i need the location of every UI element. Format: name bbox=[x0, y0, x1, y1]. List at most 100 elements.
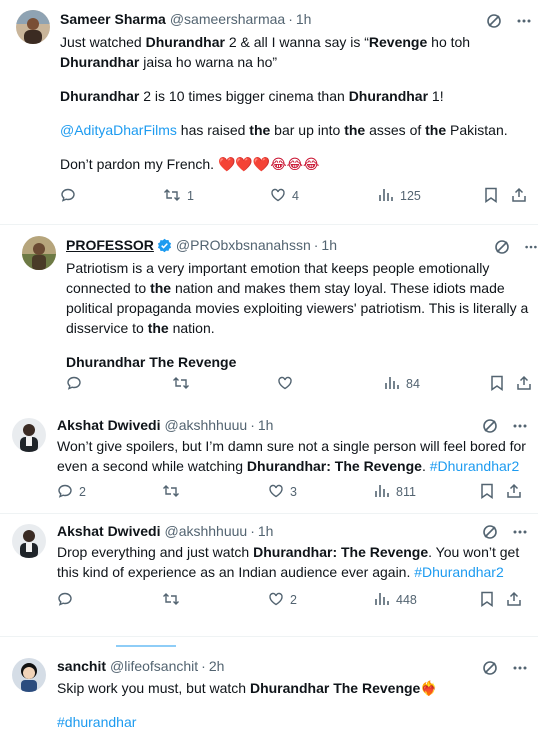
like-icon bbox=[270, 187, 286, 206]
retweet-button[interactable]: 1 bbox=[163, 186, 194, 206]
more-icon[interactable] bbox=[524, 239, 538, 255]
bookmark-icon bbox=[484, 187, 498, 206]
views-button[interactable]: 811 bbox=[374, 482, 416, 502]
grok-icon[interactable] bbox=[482, 418, 498, 434]
text-line: even a second while watching Dhurandhar:… bbox=[57, 458, 520, 474]
like-button[interactable] bbox=[277, 374, 299, 394]
display-name[interactable]: Akshat Dwivedi bbox=[57, 417, 160, 433]
like-button[interactable]: 2 bbox=[268, 590, 297, 610]
avatar[interactable] bbox=[16, 10, 50, 44]
retweet-button[interactable] bbox=[172, 374, 196, 394]
user-handle[interactable]: @akshhhuuu bbox=[164, 523, 247, 539]
retweet-icon bbox=[162, 591, 180, 610]
avatar[interactable] bbox=[22, 236, 56, 270]
avatar[interactable] bbox=[12, 418, 46, 452]
bookmark-button[interactable] bbox=[480, 482, 494, 502]
text-line: Won’t give spoilers, but I’m damn sure n… bbox=[57, 438, 526, 454]
display-name[interactable]: sanchit bbox=[57, 658, 106, 674]
tweet-2[interactable]: PROFESSOR @PRObxbsnanahssn · 1h Patrioti… bbox=[0, 226, 538, 406]
timestamp[interactable]: 1h bbox=[258, 523, 274, 539]
views-icon bbox=[384, 375, 400, 394]
tweet-1[interactable]: Sameer Sharma @sameersharmaa · 1h Just w… bbox=[0, 0, 538, 222]
grok-icon[interactable] bbox=[486, 13, 502, 29]
text-line: Drop everything and just watch Dhurandha… bbox=[57, 544, 520, 560]
reply-button[interactable]: 2 bbox=[57, 482, 86, 502]
views-icon bbox=[374, 483, 390, 502]
text-line: this kind of experience as an Indian aud… bbox=[57, 564, 504, 580]
bookmark-button[interactable] bbox=[484, 186, 498, 206]
hashtag-link[interactable]: #dhurandhar bbox=[57, 714, 136, 730]
user-handle[interactable]: @akshhhuuu bbox=[164, 417, 247, 433]
share-icon bbox=[516, 375, 532, 394]
views-button[interactable]: 84 bbox=[384, 374, 420, 394]
reply-button[interactable] bbox=[66, 374, 88, 394]
share-button[interactable] bbox=[511, 186, 527, 206]
like-icon bbox=[277, 375, 293, 394]
text-line: Skip work you must, but watch Dhurandhar… bbox=[57, 680, 438, 696]
bookmark-button[interactable] bbox=[490, 374, 504, 394]
text-line: disservice to the nation. bbox=[66, 320, 215, 336]
timestamp[interactable]: 1h bbox=[321, 237, 337, 253]
bold-text: the bbox=[150, 280, 172, 296]
display-name[interactable]: PROFESSOR bbox=[66, 237, 154, 253]
action-bar: 1 4 125 bbox=[60, 186, 530, 206]
tweet-header: Akshat Dwivedi @akshhhuuu · 1h bbox=[57, 417, 273, 433]
display-name[interactable]: Akshat Dwivedi bbox=[57, 523, 160, 539]
tweet-3[interactable]: Akshat Dwivedi @akshhhuuu · 1h Won’t giv… bbox=[0, 408, 538, 512]
reply-button[interactable] bbox=[60, 186, 82, 206]
share-button[interactable] bbox=[516, 374, 532, 394]
avatar[interactable] bbox=[12, 658, 46, 692]
grok-icon[interactable] bbox=[482, 524, 498, 540]
like-button[interactable]: 4 bbox=[270, 186, 299, 206]
user-handle[interactable]: @lifeofsanchit bbox=[110, 658, 198, 674]
retweet-icon bbox=[162, 483, 180, 502]
verified-badge-icon bbox=[157, 238, 172, 253]
display-name[interactable]: Sameer Sharma bbox=[60, 11, 166, 27]
mention-link[interactable]: @AdityaDharFilms bbox=[60, 122, 177, 138]
retweet-button[interactable] bbox=[162, 590, 186, 610]
bold-text: Dhurandhar bbox=[60, 88, 140, 104]
hashtag-link[interactable]: #Dhurandhar2 bbox=[414, 564, 504, 580]
bold-text: Revenge bbox=[368, 34, 428, 50]
reply-icon bbox=[66, 375, 82, 394]
separator: · bbox=[288, 11, 293, 27]
text-line: Don’t pardon my French. ❤️❤️❤️😂😂😂 bbox=[60, 156, 320, 172]
share-button[interactable] bbox=[506, 590, 522, 610]
bookmark-button[interactable] bbox=[480, 590, 494, 610]
more-icon[interactable] bbox=[512, 524, 528, 540]
timestamp[interactable]: 2h bbox=[209, 658, 225, 674]
bold-text: Dhurandhar bbox=[348, 88, 429, 104]
emoji: ❤️‍🔥 bbox=[420, 680, 438, 696]
like-button[interactable]: 3 bbox=[268, 482, 297, 502]
views-button[interactable]: 448 bbox=[374, 590, 417, 610]
user-handle[interactable]: @sameersharmaa bbox=[170, 11, 285, 27]
action-bar: 84 bbox=[66, 374, 534, 394]
tweet-4[interactable]: Akshat Dwivedi @akshhhuuu · 1h Drop ever… bbox=[0, 514, 538, 618]
bold-text: Dhurandhar bbox=[60, 54, 140, 70]
more-icon[interactable] bbox=[512, 418, 528, 434]
reply-button[interactable] bbox=[57, 590, 79, 610]
separator: · bbox=[250, 523, 255, 539]
more-icon[interactable] bbox=[516, 13, 532, 29]
retweet-button[interactable] bbox=[162, 482, 186, 502]
share-button[interactable] bbox=[506, 482, 522, 502]
timestamp[interactable]: 1h bbox=[258, 417, 274, 433]
grok-icon[interactable] bbox=[494, 239, 510, 255]
hashtag-link[interactable]: #Dhurandhar2 bbox=[430, 458, 520, 474]
text-line: political propaganda movies exploiting v… bbox=[66, 300, 529, 316]
grok-icon[interactable] bbox=[482, 660, 498, 676]
avatar[interactable] bbox=[12, 524, 46, 558]
timestamp[interactable]: 1h bbox=[296, 11, 312, 27]
user-handle[interactable]: @PRObxbsnanahssn bbox=[176, 237, 311, 253]
bold-text: the bbox=[249, 122, 271, 138]
more-icon[interactable] bbox=[512, 660, 528, 676]
text-line: connected to the nation and makes them s… bbox=[66, 280, 505, 296]
views-button[interactable]: 125 bbox=[378, 186, 421, 206]
bold-text: Dhurandhar: The Revenge bbox=[246, 458, 422, 474]
tweet-5[interactable]: sanchit @lifeofsanchit · 2h Skip work yo… bbox=[0, 650, 538, 735]
retweet-icon bbox=[163, 187, 181, 206]
reply-icon bbox=[60, 187, 76, 206]
